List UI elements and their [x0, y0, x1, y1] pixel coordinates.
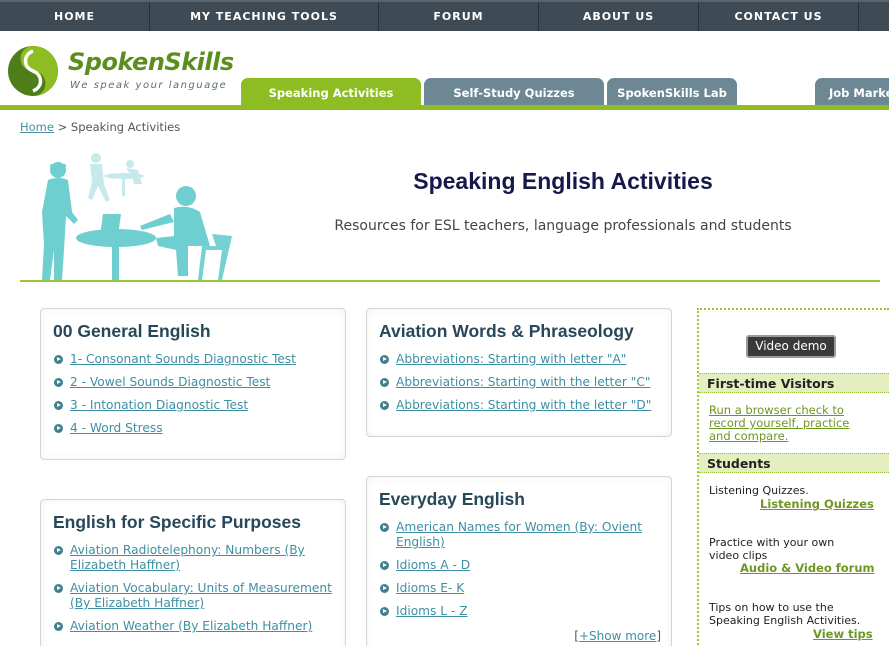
logo-wordmark[interactable]: SpokenSkills: [68, 48, 234, 76]
students-heading: Students: [699, 453, 889, 473]
activity-link[interactable]: Abbreviations: Starting with letter "A": [396, 352, 626, 366]
logo-name-part1: Spoken: [68, 48, 165, 76]
listening-text: Listening Quizzes.: [709, 484, 809, 497]
spokenskills-logo-icon[interactable]: [7, 45, 59, 97]
arrow-bullet-icon: [54, 546, 63, 555]
page-subtitle: Resources for ESL teachers, language pro…: [334, 218, 792, 234]
list-item: 2 - Vowel Sounds Diagnostic Test: [53, 375, 333, 390]
activity-link[interactable]: 1- Consonant Sounds Diagnostic Test: [70, 352, 296, 366]
list-item: American Names for Women (By: Ovient Eng…: [379, 520, 659, 550]
sidebar: Video demo First-time Visitors Run a bro…: [697, 308, 889, 646]
page-title: Speaking English Activities: [413, 168, 713, 194]
audio-video-forum-link[interactable]: Audio & Video forum: [740, 561, 875, 575]
breadcrumb: Home > Speaking Activities: [20, 120, 180, 134]
list-item: Aviation Vocabulary: Units of Measuremen…: [53, 581, 333, 611]
activity-link[interactable]: Idioms A - D: [396, 558, 470, 572]
browser-check-link[interactable]: Run a browser check to record yourself, …: [709, 404, 869, 443]
tab-spokenskills-lab[interactable]: SpokenSkills Lab: [607, 78, 737, 106]
list-item: Idioms A - D: [379, 558, 659, 573]
list-item: Idioms L - Z: [379, 604, 659, 619]
arrow-bullet-icon: [380, 561, 389, 570]
activity-link[interactable]: 2 - Vowel Sounds Diagnostic Test: [70, 375, 270, 389]
activity-link[interactable]: 3 - Intonation Diagnostic Test: [70, 398, 248, 412]
nav-home[interactable]: HOME: [0, 2, 150, 31]
list-item: Idioms E- K: [379, 581, 659, 596]
show-more-close-bracket: ]: [656, 629, 661, 643]
category-title: 00 General English: [53, 321, 211, 341]
list-item: Aviation Weather (By Elizabeth Haffner): [53, 619, 333, 634]
breadcrumb-home-link[interactable]: Home: [20, 120, 54, 134]
tab-job-market[interactable]: Job Market: [815, 78, 889, 106]
arrow-bullet-icon: [54, 378, 63, 387]
view-tips-link[interactable]: View tips: [813, 627, 873, 641]
category-title: Aviation Words & Phraseology: [379, 321, 634, 341]
activity-link[interactable]: Idioms E- K: [396, 581, 464, 595]
arrow-bullet-icon: [54, 355, 63, 364]
category-box-general-english: 00 General English 1- Consonant Sounds D…: [40, 308, 346, 460]
breadcrumb-current: Speaking Activities: [70, 120, 181, 134]
list-item: 1- Consonant Sounds Diagnostic Test: [53, 352, 333, 367]
activity-link[interactable]: Abbreviations: Starting with the letter …: [396, 398, 651, 412]
video-demo-button[interactable]: Video demo: [746, 335, 836, 358]
activity-link[interactable]: Aviation Vocabulary: Units of Measuremen…: [70, 581, 332, 610]
arrow-bullet-icon: [380, 378, 389, 387]
arrow-bullet-icon: [54, 424, 63, 433]
people-at-table-illustration: [42, 153, 232, 280]
nav-forum[interactable]: FORUM: [379, 2, 539, 31]
tab-speaking-activities[interactable]: Speaking Activities: [241, 78, 421, 106]
category-title: Everyday English: [379, 489, 525, 509]
list-item: Abbreviations: Starting with the letter …: [379, 398, 659, 413]
tab-underline-bar: [0, 105, 889, 110]
practice-text: Practice with your own video clips: [709, 536, 835, 562]
arrow-bullet-icon: [54, 584, 63, 593]
breadcrumb-separator: >: [57, 120, 68, 134]
nav-about-us[interactable]: ABOUT US: [539, 2, 699, 31]
activity-link[interactable]: 4 - Word Stress: [70, 421, 163, 435]
tab-self-study-quizzes[interactable]: Self-Study Quizzes: [424, 78, 604, 106]
list-item: Aviation Radiotelephony: Numbers (By Eli…: [53, 543, 333, 573]
show-more-link[interactable]: +Show more: [579, 629, 656, 643]
arrow-bullet-icon: [380, 607, 389, 616]
hero-divider: [20, 280, 880, 282]
category-box-aviation-words: Aviation Words & Phraseology Abbreviatio…: [366, 308, 672, 437]
activity-link[interactable]: Idioms L - Z: [396, 604, 468, 618]
arrow-bullet-icon: [54, 622, 63, 631]
arrow-bullet-icon: [380, 355, 389, 364]
logo-name-part2: Skills: [164, 48, 234, 76]
arrow-bullet-icon: [380, 523, 389, 532]
list-item: 4 - Word Stress: [53, 421, 333, 436]
activity-link[interactable]: Aviation Weather (By Elizabeth Haffner): [70, 619, 312, 633]
list-item: Abbreviations: Starting with letter "A": [379, 352, 659, 367]
activity-link[interactable]: Aviation Radiotelephony: Numbers (By Eli…: [70, 543, 305, 572]
show-more: [+Show more]: [574, 629, 661, 643]
arrow-bullet-icon: [54, 401, 63, 410]
arrow-bullet-icon: [380, 584, 389, 593]
tips-text: Tips on how to use the Speaking English …: [709, 601, 861, 627]
arrow-bullet-icon: [380, 401, 389, 410]
activity-link[interactable]: American Names for Women (By: Ovient Eng…: [396, 520, 642, 549]
category-box-english-specific-purposes: English for Specific Purposes Aviation R…: [40, 499, 346, 646]
top-navigation: HOME MY TEACHING TOOLS FORUM ABOUT US CO…: [0, 0, 889, 31]
nav-my-teaching-tools[interactable]: MY TEACHING TOOLS: [150, 2, 379, 31]
logo-tagline: We speak your language: [70, 80, 228, 91]
category-box-everyday-english: Everyday English American Names for Wome…: [366, 476, 672, 646]
nav-contact-us[interactable]: CONTACT US: [699, 2, 859, 31]
first-time-visitors-heading: First-time Visitors: [699, 373, 889, 393]
category-title: English for Specific Purposes: [53, 512, 301, 532]
listening-quizzes-link[interactable]: Listening Quizzes: [760, 497, 874, 511]
activity-link[interactable]: Abbreviations: Starting with the letter …: [396, 375, 650, 389]
list-item: Abbreviations: Starting with the letter …: [379, 375, 659, 390]
list-item: 3 - Intonation Diagnostic Test: [53, 398, 333, 413]
